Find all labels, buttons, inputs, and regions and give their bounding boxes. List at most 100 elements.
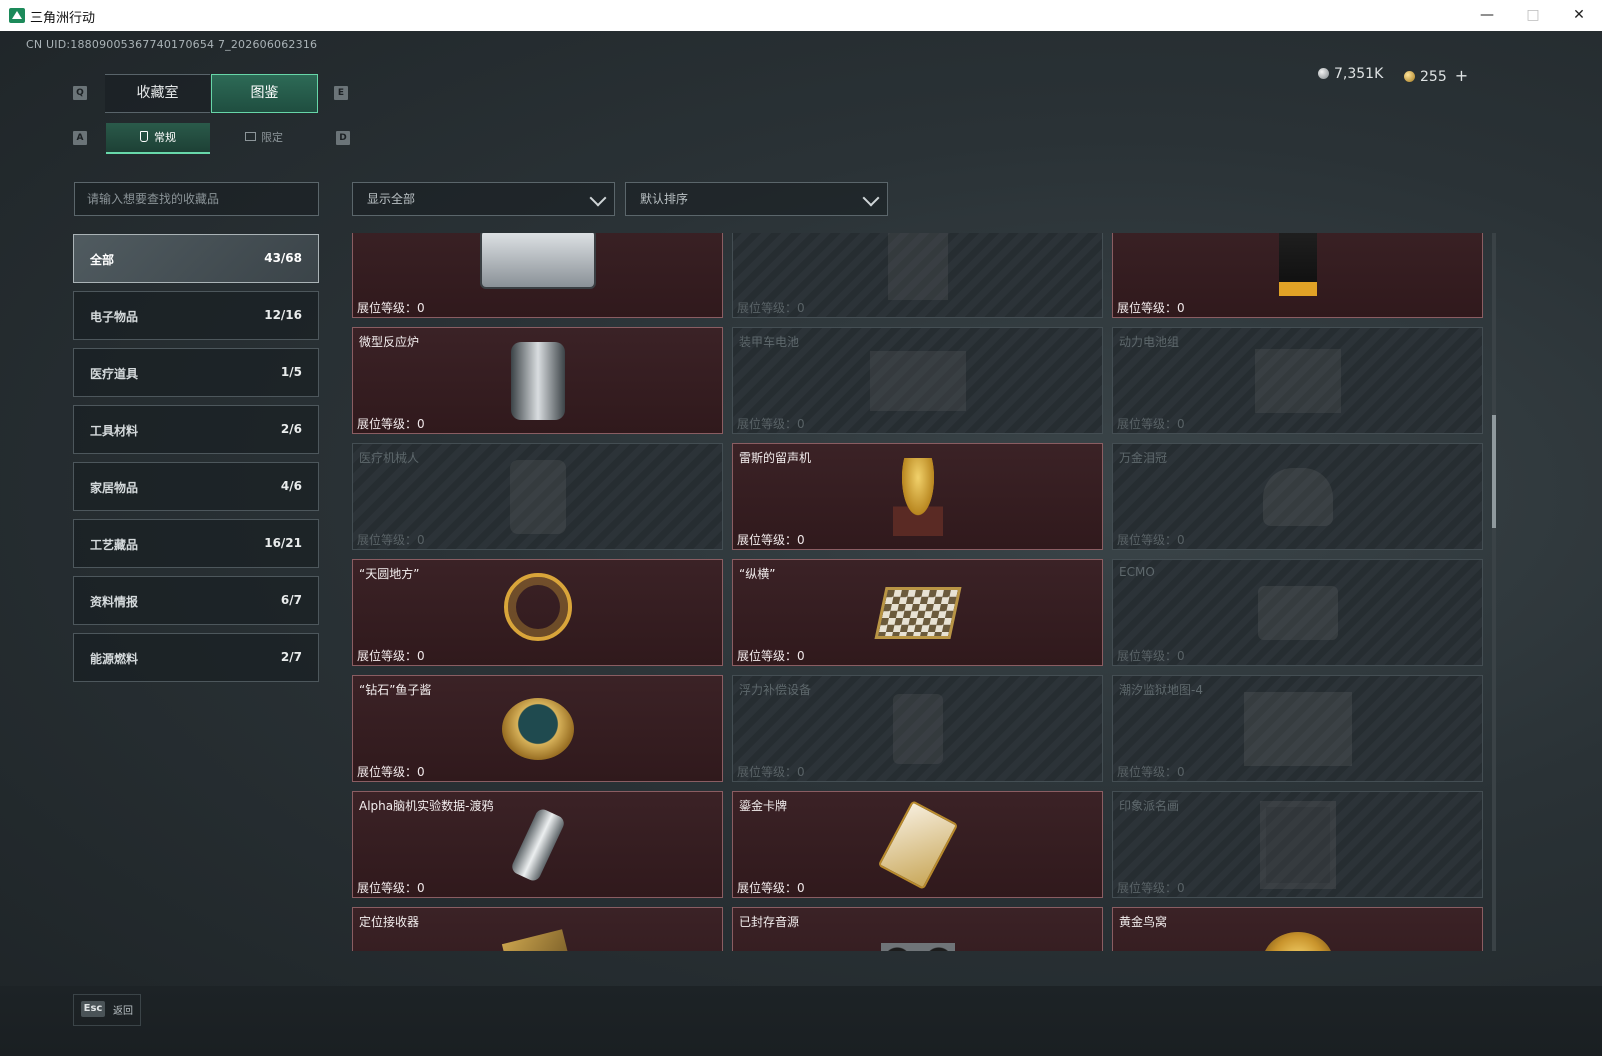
category-energy[interactable]: 能源燃料 2/7: [73, 633, 319, 682]
category-count: 43/68: [264, 251, 302, 265]
collection-card[interactable]: 万金泪冠 展位等级：0: [1112, 443, 1483, 550]
card-level: 展位等级：0: [1117, 765, 1185, 779]
collection-card[interactable]: 定位接收器 展位等级：: [352, 907, 723, 951]
card-name: 已封存音源: [739, 915, 800, 929]
gold-amount: 255: [1420, 69, 1447, 85]
card-level: 展位等级：0: [737, 765, 805, 779]
scrollbar-thumb[interactable]: [1492, 415, 1496, 528]
collection-card[interactable]: “纵横” 展位等级：0: [732, 559, 1103, 666]
card-name: 装甲车电池: [739, 335, 800, 349]
card-level: 展位等级：0: [357, 301, 425, 315]
card-level: 展位等级：0: [737, 533, 805, 547]
card-name: 万金泪冠: [1119, 451, 1168, 465]
collection-card[interactable]: 展位等级：0: [352, 233, 723, 318]
robot-icon: [509, 459, 566, 534]
subtab-regular[interactable]: 常规: [106, 123, 210, 154]
category-household[interactable]: 家居物品 4/6: [73, 462, 319, 511]
tag-icon: [140, 131, 148, 142]
category-tools[interactable]: 工具材料 2/6: [73, 405, 319, 454]
filter-dropdown-value: 显示全部: [367, 192, 416, 206]
card-name: 鎏金卡牌: [739, 799, 788, 813]
battery-pack-icon: [1254, 348, 1341, 413]
app-logo-icon: [9, 8, 25, 23]
card-level: 展位等级：0: [737, 417, 805, 431]
category-count: 1/5: [280, 365, 302, 379]
card-name: “钻石”鱼子酱: [359, 683, 432, 697]
card-name: 定位接收器: [359, 915, 420, 929]
collection-card[interactable]: 黄金鸟窝 展位等级：: [1112, 907, 1483, 951]
category-crafts[interactable]: 工艺藏品 16/21: [73, 519, 319, 568]
collection-card[interactable]: 展位等级：0: [1112, 233, 1483, 318]
subtab-limited[interactable]: 限定: [212, 123, 316, 152]
card-name: 医疗机械人: [359, 451, 420, 465]
category-count: 2/7: [280, 650, 302, 664]
chevron-down-icon: [589, 189, 607, 207]
category-medical[interactable]: 医疗道具 1/5: [73, 348, 319, 397]
card-name: Alpha脑机实验数据-渡鸦: [359, 799, 494, 813]
category-intel[interactable]: 资料情报 6/7: [73, 576, 319, 625]
server-icon: [479, 233, 596, 289]
card-name: 印象派名画: [1119, 799, 1180, 813]
coffee-bag-icon: [1278, 233, 1317, 296]
collection-card[interactable]: 鎏金卡牌 展位等级：0: [732, 791, 1103, 898]
collection-card[interactable]: 已封存音源 展位等级：: [732, 907, 1103, 951]
silver-amount: 7,351K: [1334, 66, 1384, 82]
search-input[interactable]: [74, 182, 319, 216]
card-name: 潮汐监狱地图-4: [1119, 683, 1203, 697]
category-name: 医疗道具: [90, 367, 139, 381]
card-level: 展位等级：0: [737, 649, 805, 663]
card-name: “纵横”: [739, 567, 776, 581]
collection-card[interactable]: 医疗机械人 展位等级：0: [352, 443, 723, 550]
collection-card[interactable]: Alpha脑机实验数据-渡鸦 展位等级：0: [352, 791, 723, 898]
map-icon: [1243, 691, 1352, 766]
tab-collection-room[interactable]: 收藏室: [105, 74, 210, 113]
add-currency-button[interactable]: +: [1455, 66, 1468, 85]
chevron-down-icon: [862, 189, 880, 207]
collection-card[interactable]: 雷斯的留声机 展位等级：0: [732, 443, 1103, 550]
category-name: 家居物品: [90, 481, 139, 495]
collection-card[interactable]: ECMO 展位等级：0: [1112, 559, 1483, 666]
collection-card[interactable]: 动力电池组 展位等级：0: [1112, 327, 1483, 434]
maximize-icon[interactable]: □: [1510, 0, 1556, 31]
minimize-icon[interactable]: —: [1464, 0, 1510, 31]
grid-scrollbar[interactable]: [1492, 233, 1496, 951]
card-name: ECMO: [1119, 565, 1155, 579]
gold-coin-icon: [1404, 71, 1415, 82]
category-count: 12/16: [264, 308, 302, 322]
key-hint-a: A: [73, 131, 87, 145]
card-name: “天圆地方”: [359, 567, 420, 581]
gold-balance: 255 +: [1404, 66, 1468, 85]
close-icon[interactable]: ✕: [1556, 0, 1602, 31]
collection-card[interactable]: 装甲车电池 展位等级：0: [732, 327, 1103, 434]
golden-nest-icon: [1262, 931, 1333, 951]
category-all[interactable]: 全部 43/68: [73, 234, 319, 283]
collection-card[interactable]: “钻石”鱼子酱 展位等级：0: [352, 675, 723, 782]
caviar-tin-icon: [501, 697, 574, 760]
card-level: 展位等级：0: [357, 533, 425, 547]
category-electronics[interactable]: 电子物品 12/16: [73, 291, 319, 340]
collection-card[interactable]: 印象派名画 展位等级：0: [1112, 791, 1483, 898]
collection-card[interactable]: 浮力补偿设备 展位等级：0: [732, 675, 1103, 782]
silver-coin-icon: [1318, 68, 1329, 79]
gramophone-icon: [892, 457, 943, 536]
card-level: 展位等级：0: [357, 881, 425, 895]
sort-dropdown[interactable]: 默认排序: [625, 182, 888, 216]
reel-icon: [880, 942, 955, 951]
silver-balance: 7,351K: [1318, 66, 1383, 82]
vest-icon: [892, 693, 943, 764]
tab-encyclopedia[interactable]: 图鉴: [211, 74, 318, 113]
category-name: 能源燃料: [90, 652, 139, 666]
window-titlebar: 三角洲行动 — □ ✕: [0, 0, 1602, 32]
footer-bar: [0, 986, 1602, 1056]
armillary-icon: [503, 572, 572, 641]
card-level: 展位等级：0: [737, 881, 805, 895]
card-icon: [877, 799, 958, 890]
battery-icon: [869, 350, 966, 411]
collection-card[interactable]: “天圆地方” 展位等级：0: [352, 559, 723, 666]
collection-card[interactable]: 潮汐监狱地图-4 展位等级：0: [1112, 675, 1483, 782]
collection-card[interactable]: 微型反应炉 展位等级：0: [352, 327, 723, 434]
collection-card[interactable]: 展位等级：0: [732, 233, 1103, 318]
filter-dropdown[interactable]: 显示全部: [352, 182, 615, 216]
picture-icon: [245, 132, 256, 141]
painting-icon: [1259, 800, 1336, 889]
